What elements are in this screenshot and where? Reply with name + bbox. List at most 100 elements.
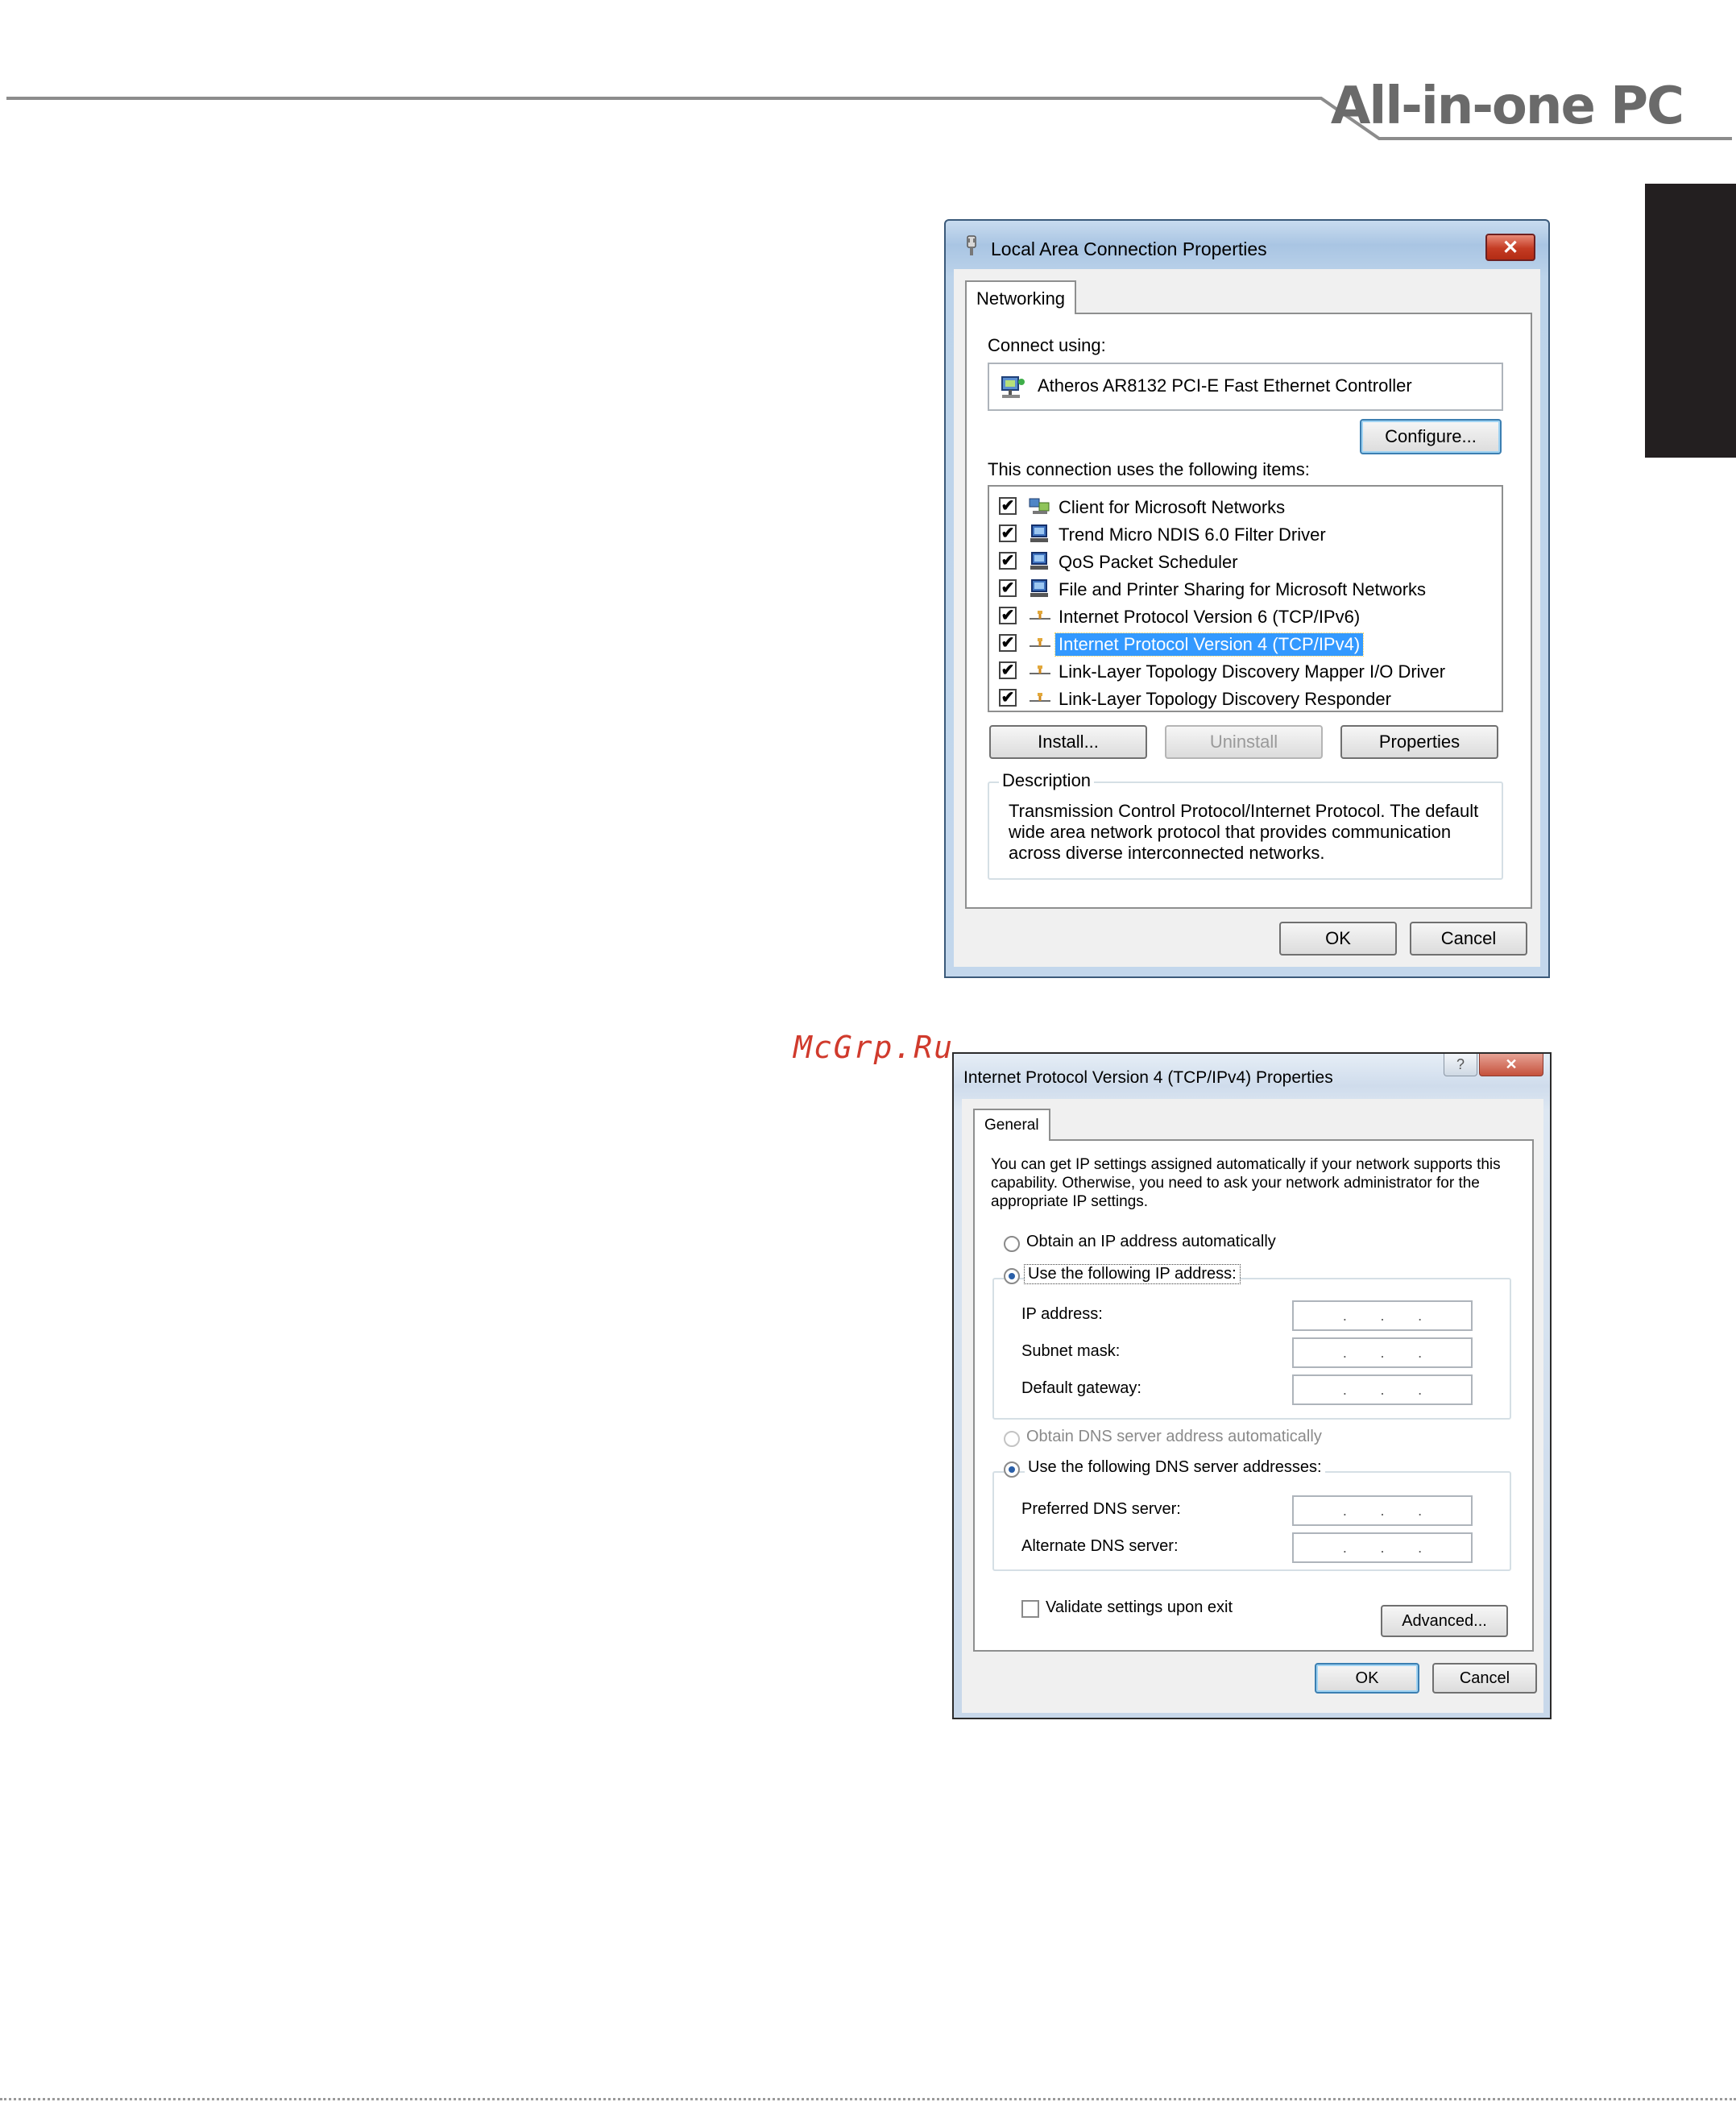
default-gateway-label: Default gateway: <box>1021 1379 1141 1397</box>
ip-dot: . <box>1342 1344 1347 1361</box>
help-button[interactable]: ? <box>1444 1054 1477 1076</box>
network-client-icon <box>1028 496 1052 517</box>
list-item[interactable]: ✔ Link-Layer Topology Discovery Responder <box>989 685 1489 712</box>
item-label: QoS Packet Scheduler <box>1059 552 1238 572</box>
description-label: Description <box>999 770 1095 791</box>
alternate-dns-input[interactable]: . . . <box>1292 1532 1473 1563</box>
item-label: Trend Micro NDIS 6.0 Filter Driver <box>1059 524 1326 545</box>
item-checkbox[interactable]: ✔ <box>999 497 1017 515</box>
ip-address-label: IP address: <box>1021 1305 1103 1323</box>
tab-networking[interactable]: Networking <box>965 280 1077 314</box>
item-label: Link-Layer Topology Discovery Responder <box>1059 689 1391 709</box>
local-area-connection-dialog: Local Area Connection Properties ✕ Netwo… <box>944 219 1550 978</box>
item-checkbox[interactable]: ✔ <box>999 634 1017 652</box>
alternate-dns-label: Alternate DNS server: <box>1021 1537 1179 1555</box>
dialog-title: Internet Protocol Version 4 (TCP/IPv4) P… <box>963 1068 1333 1087</box>
cancel-button[interactable]: Cancel <box>1410 922 1527 956</box>
ok-button[interactable]: OK <box>1279 922 1397 956</box>
ipv4-properties-dialog: Internet Protocol Version 4 (TCP/IPv4) P… <box>952 1052 1552 1719</box>
obtain-dns-auto-label: Obtain DNS server address automatically <box>1026 1428 1322 1445</box>
protocol-icon <box>1028 688 1052 709</box>
use-following-dns-radio[interactable] <box>1004 1461 1020 1478</box>
ip-dot: . <box>1418 1344 1423 1361</box>
list-item[interactable]: ✔ Internet Protocol Version 4 (TCP/IPv4) <box>989 630 1489 657</box>
uninstall-button[interactable]: Uninstall <box>1165 725 1323 759</box>
intro-text: You can get IP settings assigned automat… <box>991 1156 1501 1210</box>
dialog-client-area: Networking Connect using: Atheros AR8132… <box>954 269 1540 967</box>
network-adapter-icon <box>1001 376 1025 398</box>
ip-dot: . <box>1418 1502 1423 1519</box>
ip-dot: . <box>1342 1502 1347 1519</box>
ip-dot: . <box>1418 1381 1423 1398</box>
page-brand-title: All-in-one PC <box>1330 77 1684 136</box>
item-checkbox[interactable]: ✔ <box>999 607 1017 624</box>
item-label: Client for Microsoft Networks <box>1059 497 1286 517</box>
validate-settings-label: Validate settings upon exit <box>1046 1598 1233 1616</box>
list-item[interactable]: ✔ QoS Packet Scheduler <box>989 548 1489 575</box>
protocol-icon <box>1028 661 1052 682</box>
close-button[interactable]: ✕ <box>1479 1054 1543 1076</box>
cancel-button[interactable]: Cancel <box>1432 1663 1537 1694</box>
item-checkbox[interactable]: ✔ <box>999 579 1017 597</box>
obtain-ip-auto-radio[interactable] <box>1004 1236 1020 1252</box>
item-checkbox[interactable]: ✔ <box>999 661 1017 679</box>
description-groupbox: Description Transmission Control Protoco… <box>988 770 1503 880</box>
adapter-name: Atheros AR8132 PCI-E Fast Ethernet Contr… <box>1038 375 1412 396</box>
ip-dot: . <box>1418 1539 1423 1556</box>
general-tab-panel: You can get IP settings assigned automat… <box>973 1139 1534 1652</box>
advanced-button[interactable]: Advanced... <box>1381 1605 1508 1637</box>
list-item[interactable]: ✔ Trend Micro NDIS 6.0 Filter Driver <box>989 520 1489 548</box>
side-chapter-tab <box>1645 184 1736 458</box>
default-gateway-input[interactable]: . . . <box>1292 1374 1473 1405</box>
item-label: Link-Layer Topology Discovery Mapper I/O… <box>1059 661 1446 682</box>
network-service-icon <box>1028 551 1052 572</box>
items-label: This connection uses the following items… <box>988 459 1310 479</box>
close-icon: ✕ <box>1505 1056 1518 1072</box>
ip-dot: . <box>1342 1539 1347 1556</box>
close-icon: ✕ <box>1502 236 1519 259</box>
item-checkbox[interactable]: ✔ <box>999 689 1017 707</box>
networking-tab-panel: Connect using: Atheros AR8132 PCI-E Fast… <box>965 313 1532 909</box>
tab-general[interactable]: General <box>973 1109 1050 1141</box>
properties-button[interactable]: Properties <box>1340 725 1498 759</box>
connection-items-list[interactable]: ✔ Client for Microsoft Networks ✔ Trend Mic… <box>988 485 1503 712</box>
close-button[interactable]: ✕ <box>1485 234 1535 261</box>
ip-dot: . <box>1380 1502 1385 1519</box>
obtain-dns-auto-radio[interactable] <box>1004 1431 1020 1447</box>
validate-settings-checkbox[interactable] <box>1021 1600 1039 1618</box>
subnet-mask-label: Subnet mask: <box>1021 1342 1121 1360</box>
page-bottom-rule <box>0 2098 1736 2100</box>
ip-address-input[interactable]: . . . <box>1292 1300 1473 1331</box>
use-following-ip-radio[interactable] <box>1004 1268 1020 1284</box>
item-label: Internet Protocol Version 6 (TCP/IPv6) <box>1059 607 1361 627</box>
network-connection-icon <box>967 235 976 255</box>
protocol-icon <box>1028 633 1052 654</box>
protocol-icon <box>1028 606 1052 627</box>
list-item[interactable]: ✔ File and Printer Sharing for Microsoft … <box>989 575 1489 603</box>
configure-button[interactable]: Configure... <box>1360 419 1502 454</box>
item-checkbox[interactable]: ✔ <box>999 552 1017 570</box>
adapter-field: Atheros AR8132 PCI-E Fast Ethernet Contr… <box>988 363 1503 411</box>
connect-using-label: Connect using: <box>988 335 1106 355</box>
ip-dot: . <box>1380 1381 1385 1398</box>
dialog-client-area: General You can get IP settings assigned… <box>962 1099 1543 1713</box>
item-label: File and Printer Sharing for Microsoft N… <box>1059 579 1427 599</box>
item-label: Internet Protocol Version 4 (TCP/IPv4) <box>1054 632 1365 657</box>
install-button[interactable]: Install... <box>989 725 1147 759</box>
ip-dot: . <box>1342 1307 1347 1324</box>
ip-dot: . <box>1342 1381 1347 1398</box>
list-item[interactable]: ✔ Client for Microsoft Networks <box>989 493 1489 520</box>
preferred-dns-input[interactable]: . . . <box>1292 1495 1473 1526</box>
ok-button[interactable]: OK <box>1315 1663 1419 1694</box>
use-following-ip-label: Use the following IP address: <box>1024 1264 1241 1284</box>
watermark-text: McGrp.Ru <box>793 1030 955 1065</box>
list-item[interactable]: ✔ Internet Protocol Version 6 (TCP/IPv6) <box>989 603 1489 630</box>
subnet-mask-input[interactable]: . . . <box>1292 1337 1473 1368</box>
ip-dot: . <box>1380 1344 1385 1361</box>
description-text: Transmission Control Protocol/Internet P… <box>1009 801 1479 863</box>
list-item[interactable]: ✔ Link-Layer Topology Discovery Mapper I/… <box>989 657 1489 685</box>
item-checkbox[interactable]: ✔ <box>999 524 1017 542</box>
obtain-ip-auto-label: Obtain an IP address automatically <box>1026 1233 1276 1250</box>
use-following-dns-label: Use the following DNS server addresses: <box>1025 1458 1325 1477</box>
network-service-icon <box>1028 578 1052 599</box>
